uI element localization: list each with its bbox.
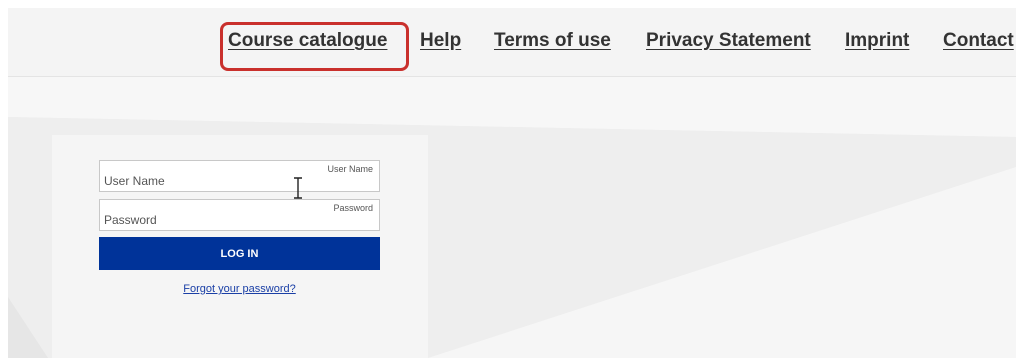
forgot-password-link[interactable]: Forgot your password? xyxy=(99,283,380,295)
password-input[interactable] xyxy=(100,200,379,230)
password-field[interactable]: Password xyxy=(99,199,380,231)
top-navigation-bar: Course catalogue Help Terms of use Priva… xyxy=(8,8,1016,77)
username-field[interactable]: User Name xyxy=(99,160,380,192)
nav-link-course-catalogue[interactable]: Course catalogue xyxy=(228,30,387,52)
nav-link-privacy-statement[interactable]: Privacy Statement xyxy=(646,30,811,52)
nav-link-terms-of-use[interactable]: Terms of use xyxy=(494,30,611,52)
text-cursor-icon xyxy=(294,177,302,199)
nav-link-contact[interactable]: Contact xyxy=(943,30,1014,52)
nav-link-help[interactable]: Help xyxy=(420,30,461,52)
page: Course catalogue Help Terms of use Priva… xyxy=(0,0,1016,358)
login-button[interactable]: LOG IN xyxy=(99,237,380,270)
username-input[interactable] xyxy=(100,161,379,191)
nav-link-imprint[interactable]: Imprint xyxy=(845,30,909,52)
